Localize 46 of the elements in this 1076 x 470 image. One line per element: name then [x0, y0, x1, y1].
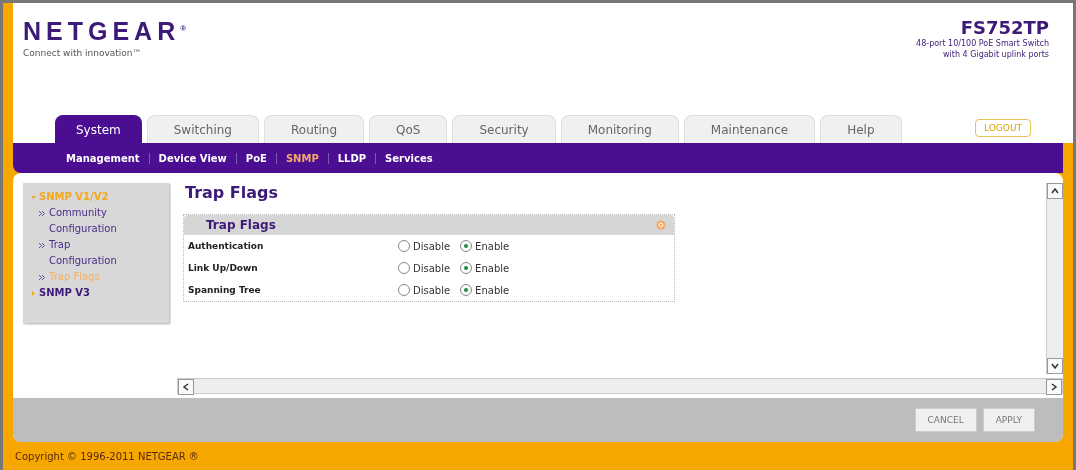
tagline: Connect with innovation™ [23, 48, 143, 58]
chevron-down-icon [1051, 362, 1059, 370]
horizontal-scrollbar[interactable] [177, 378, 1063, 394]
radio-option[interactable]: Disable [398, 240, 451, 252]
subnav-link[interactable]: Services [376, 152, 442, 164]
subnav-link[interactable]: Device View [149, 152, 237, 164]
chevron-left-icon [182, 383, 190, 391]
double-chevron-icon [39, 211, 45, 216]
subnav-link[interactable]: LLDP [328, 152, 377, 164]
radio-option[interactable]: Enable [460, 284, 510, 296]
field-label: Authentication [188, 241, 265, 251]
product-description: 48-port 10/100 PoE Smart Switch [916, 38, 1049, 49]
double-chevron-icon [39, 243, 45, 248]
subnav-link[interactable]: PoE [236, 152, 277, 164]
field-label: Link Up/Down [188, 263, 259, 273]
nav-tab[interactable]: Switching [146, 115, 259, 143]
nav-tab[interactable]: QoS [369, 115, 448, 143]
subnav-link[interactable]: Management [57, 152, 150, 164]
copyright-text: Copyright © 1996-2011 NETGEAR ® [14, 449, 200, 464]
radio-option[interactable]: Disable [398, 284, 451, 296]
nav-tab[interactable]: Help [820, 115, 902, 143]
help-icon[interactable] [656, 220, 666, 230]
product-description: with 4 Gigabit uplink ports [942, 49, 1049, 60]
radio-option[interactable]: Disable [398, 262, 451, 274]
chevron-up-icon [1051, 187, 1059, 195]
sidebar-subitem[interactable]: Trap Configuration [49, 237, 139, 269]
panel-title: Trap Flags [206, 218, 276, 232]
double-chevron-icon [39, 275, 45, 280]
page-title: Trap Flags [185, 183, 280, 202]
nav-tab[interactable]: Monitoring [560, 115, 679, 143]
chevron-right-icon [1050, 383, 1058, 391]
field-label: Spanning Tree [188, 285, 262, 295]
action-button[interactable]: APPLY [982, 408, 1035, 432]
netgear-logo: NETGEAR$^{®}$ [23, 17, 192, 46]
model-name: FS752TP [959, 17, 1049, 38]
sidebar-subitem[interactable]: Community Configuration [49, 205, 139, 237]
nav-tab[interactable]: Routing [264, 115, 364, 143]
nav-tab[interactable]: Security [452, 115, 556, 143]
sidebar-item[interactable]: SNMP V3 [39, 285, 91, 301]
nav-tab[interactable]: Maintenance [683, 115, 816, 143]
nav-tab[interactable]: System [55, 115, 142, 143]
action-button[interactable]: CANCEL [914, 408, 977, 432]
radio-option[interactable]: Enable [460, 262, 510, 274]
radio-option[interactable]: Enable [460, 240, 510, 252]
vertical-scrollbar[interactable] [1046, 183, 1063, 374]
subnav-link[interactable]: SNMP [276, 152, 329, 164]
